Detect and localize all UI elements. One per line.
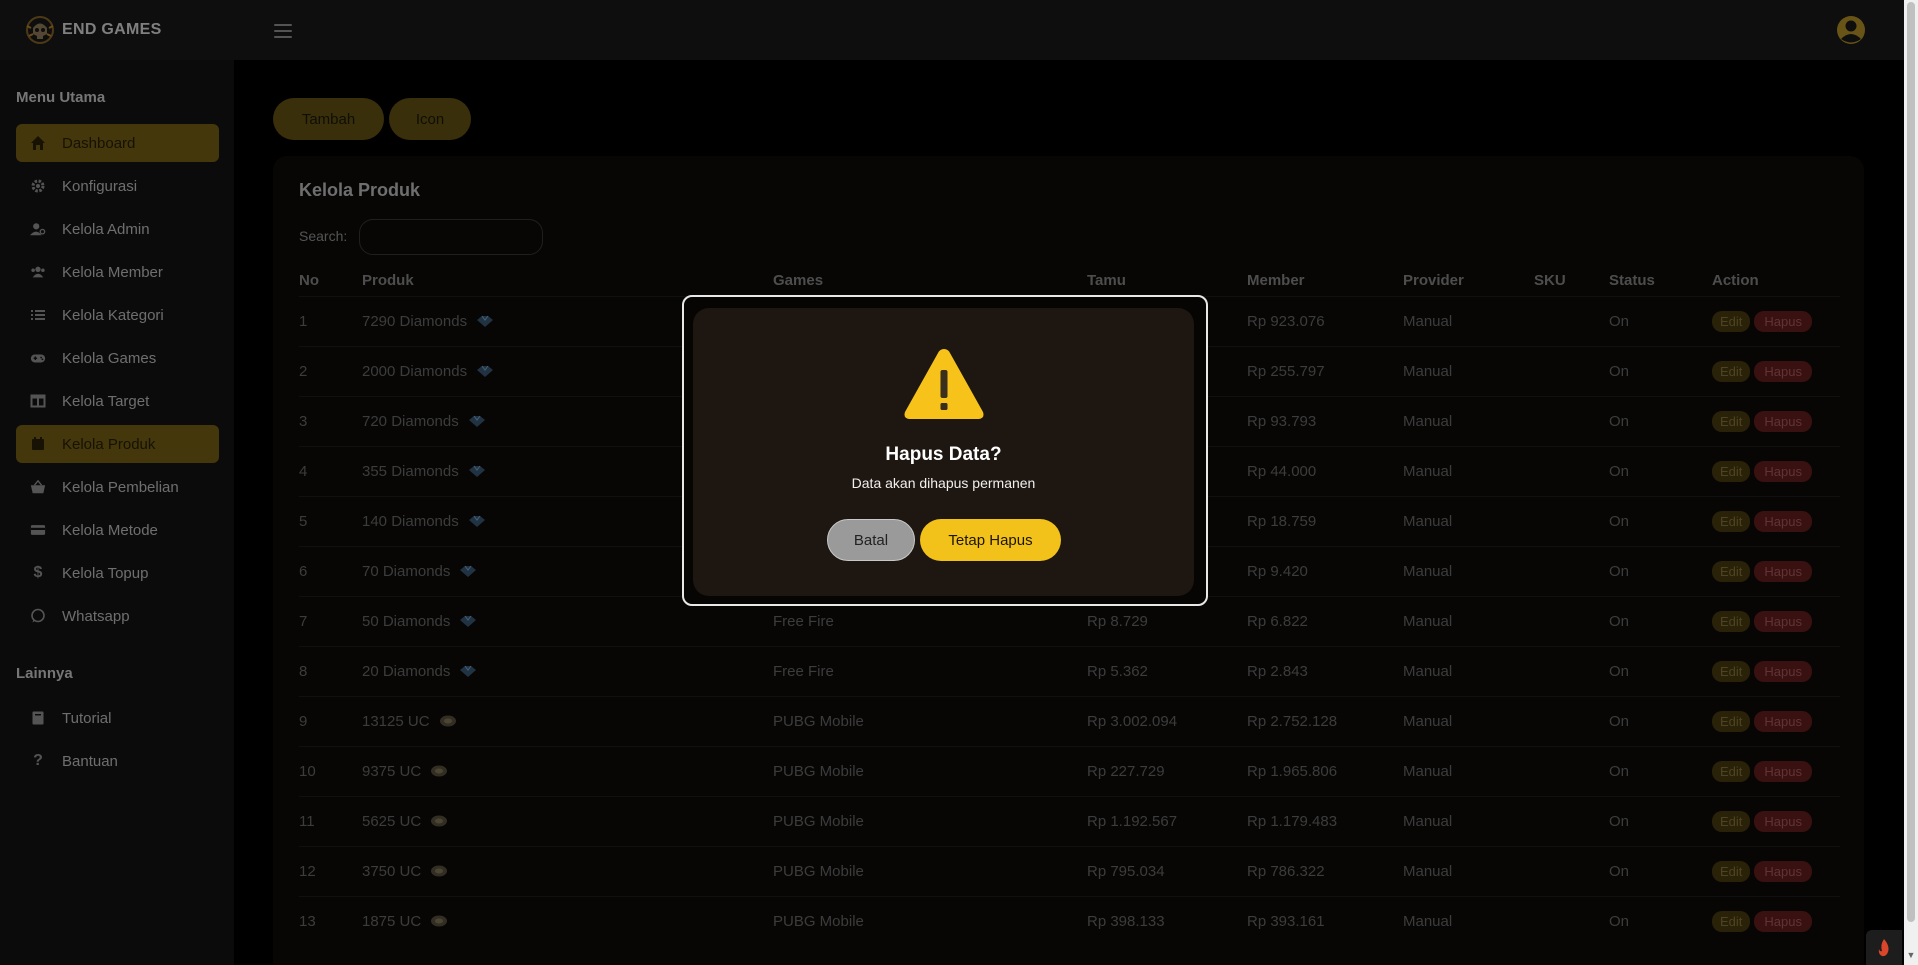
- page-scrollbar[interactable]: ▼: [1904, 0, 1918, 965]
- scroll-down-arrow-icon[interactable]: ▼: [1906, 950, 1916, 960]
- confirm-delete-button[interactable]: Tetap Hapus: [920, 519, 1061, 561]
- warning-icon: [904, 349, 984, 419]
- dialog-title: Hapus Data?: [885, 444, 1002, 465]
- scroll-thumb[interactable]: [1907, 2, 1915, 922]
- dialog-message: Data akan dihapus permanen: [851, 475, 1036, 491]
- cancel-button[interactable]: Batal: [827, 519, 915, 561]
- flame-widget-icon[interactable]: [1866, 930, 1902, 965]
